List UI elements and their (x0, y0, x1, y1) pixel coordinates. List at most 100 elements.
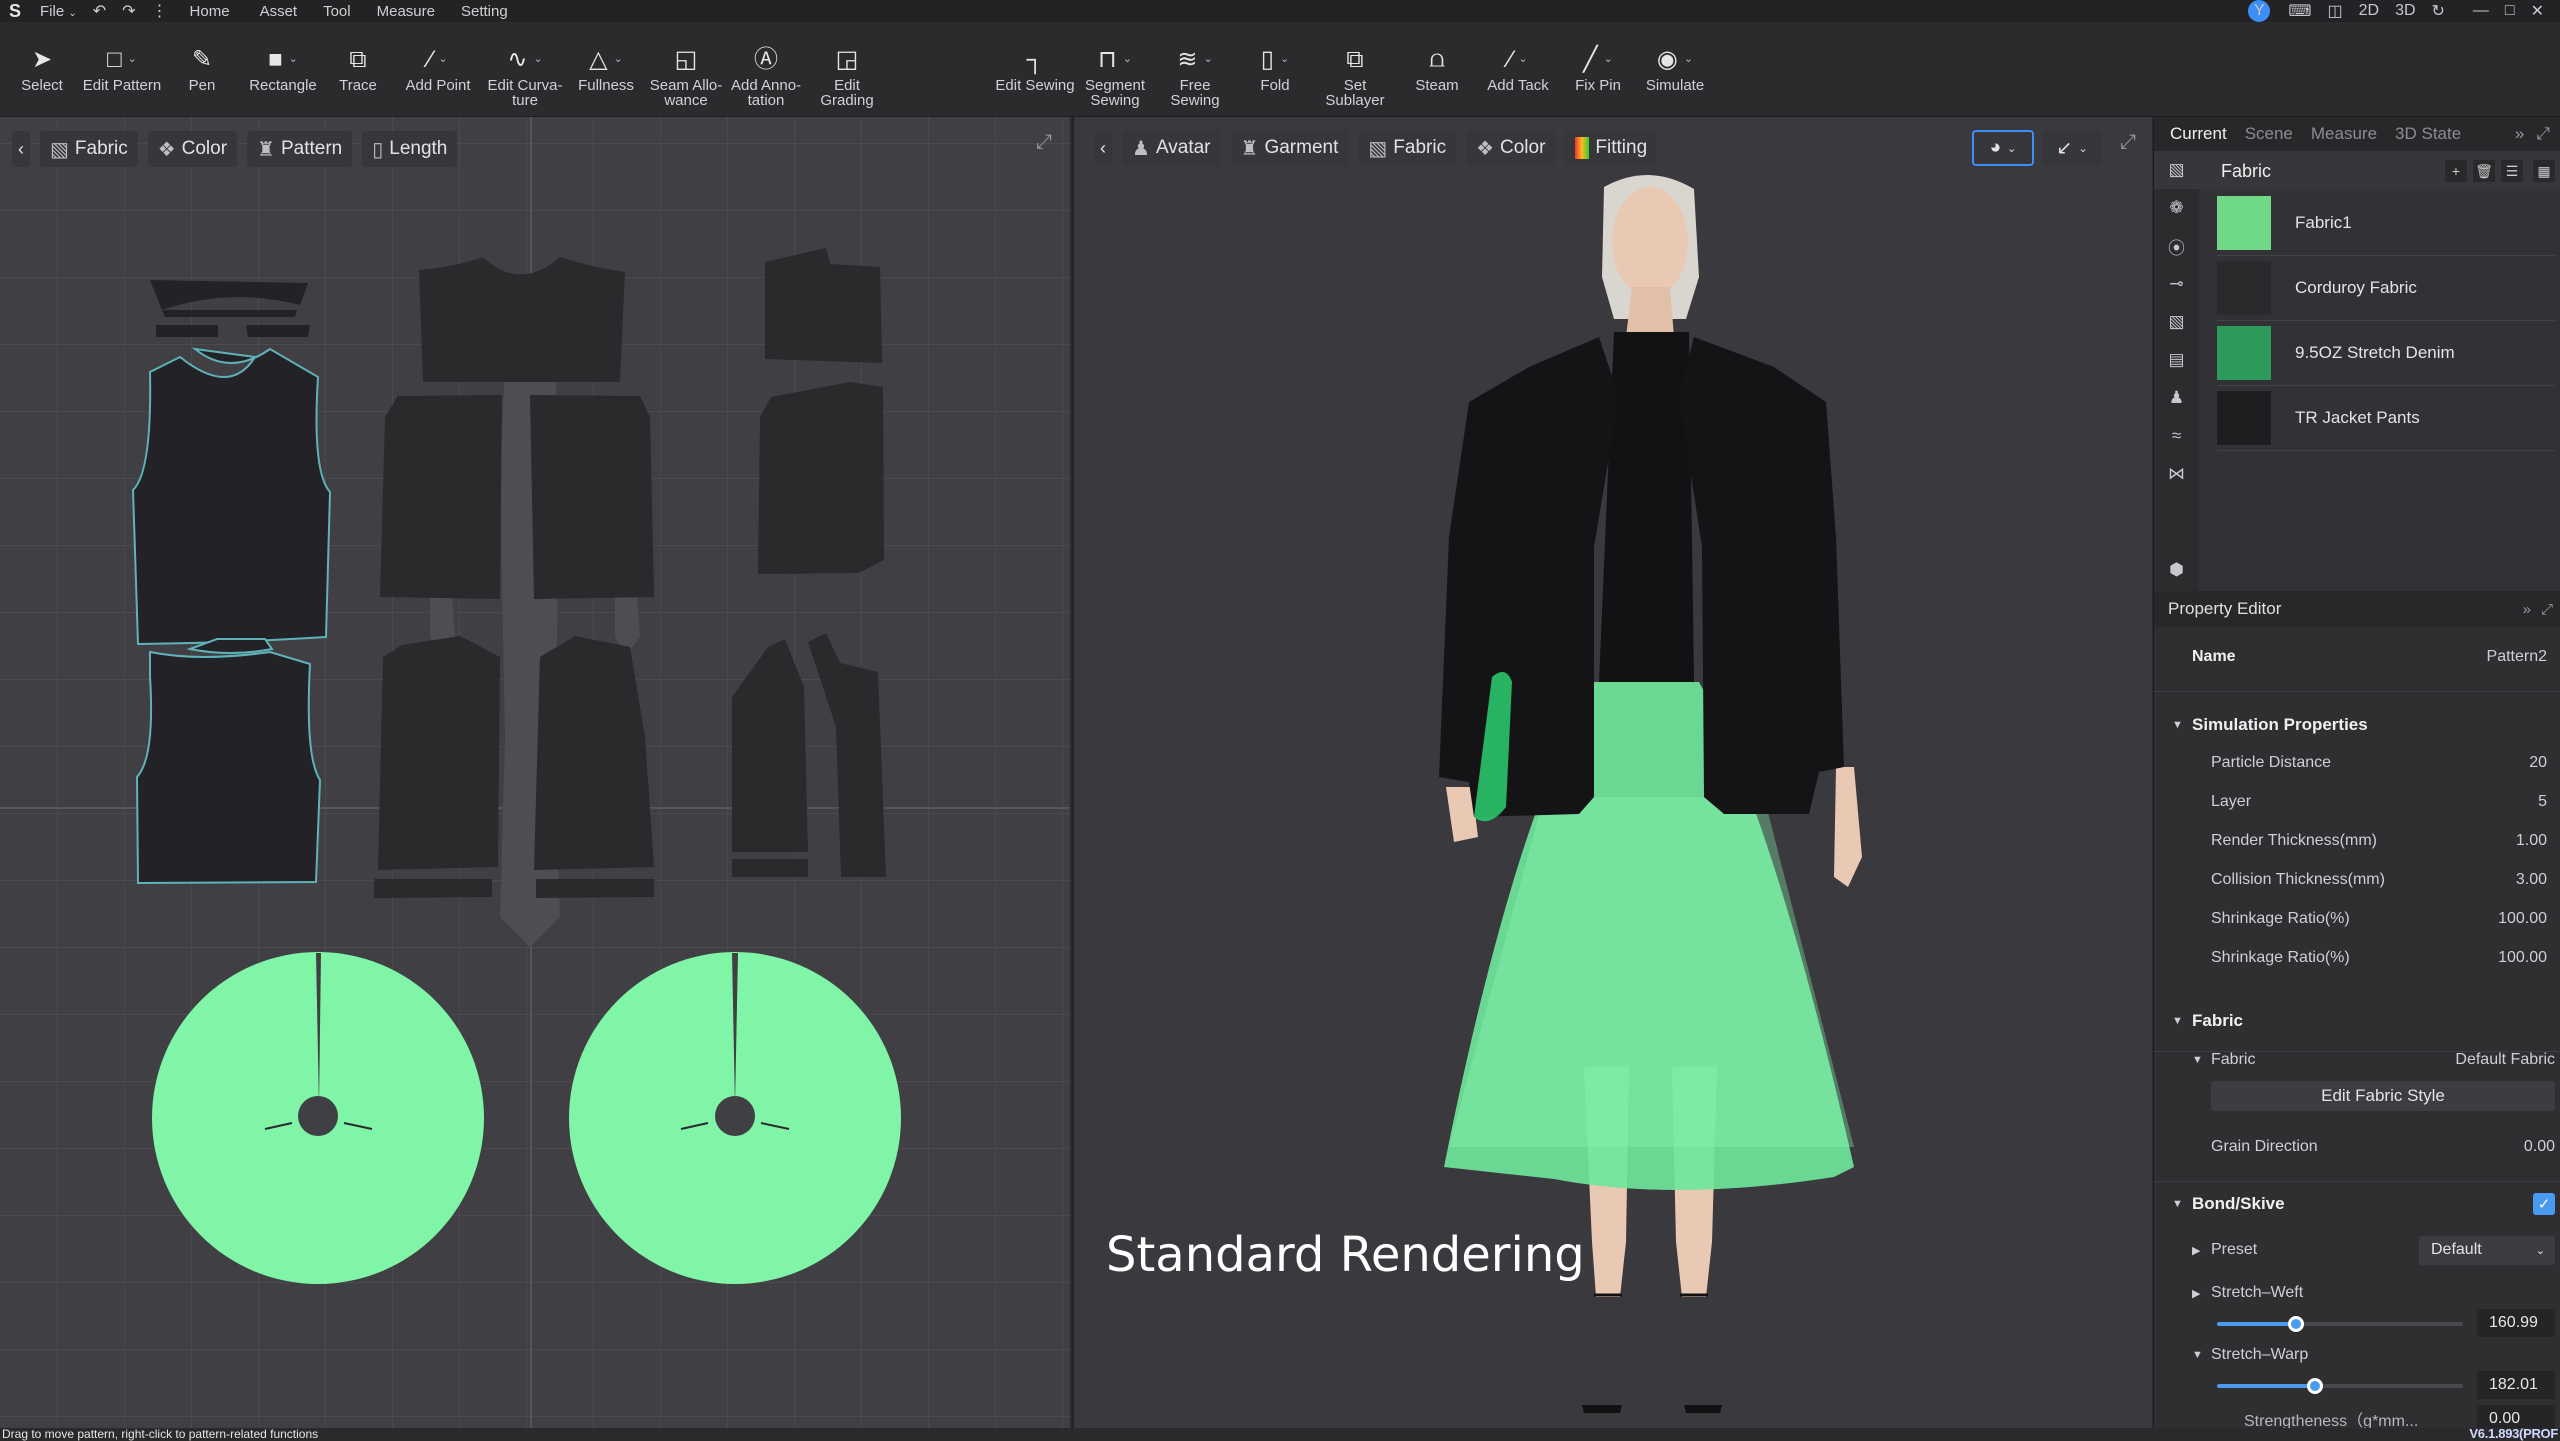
tool-fullness[interactable]: △ ⌄ Fullness (566, 44, 646, 93)
pattern-piece-skirt-right[interactable] (569, 952, 901, 1284)
undo-icon[interactable]: ↶ (93, 1, 106, 21)
trim-category-icon[interactable]: ❁ (2154, 189, 2199, 227)
3d-object-category-icon[interactable]: ⬢ (2154, 551, 2199, 589)
property-value[interactable]: 100.00 (2498, 949, 2547, 967)
fabric-list-item[interactable]: 9.5OZ Stretch Denim (2217, 321, 2555, 386)
chevron-down-icon[interactable]: ⌄ (1684, 52, 1693, 67)
pattern-piece-knit-back[interactable] (135, 650, 322, 885)
pattern-piece[interactable] (162, 310, 297, 317)
pattern-piece-jacket-front-left[interactable] (380, 395, 502, 599)
tool-trace[interactable]: ⧉ Trace (318, 44, 398, 93)
button-category-icon[interactable]: ⦿ (2154, 227, 2199, 265)
chevron-down-icon[interactable]: ⌄ (438, 52, 447, 67)
section-simulation-properties[interactable]: ▼ Simulation Properties (2154, 713, 2560, 737)
fabric-list-item[interactable]: TR Jacket Pants (2217, 386, 2555, 451)
tool-simulate[interactable]: ◉ ⌄ Simulate (1635, 44, 1715, 93)
pattern-piece-jacket-lower-left[interactable] (378, 636, 500, 870)
keyboard-icon[interactable]: ⌨ (2288, 1, 2311, 21)
maximize-icon[interactable]: □ (2505, 2, 2515, 20)
tool-seam-allowance[interactable]: ◱ Seam Allo- wance (646, 44, 726, 108)
split-view-icon[interactable]: ◫ (2327, 1, 2342, 21)
tool-edit-sewing[interactable]: ┐ Edit Sewing (995, 44, 1075, 93)
close-icon[interactable]: ✕ (2531, 1, 2544, 21)
preset-select[interactable]: Default ⌄ (2419, 1235, 2555, 1265)
topstitch-category-icon[interactable]: ▤ (2154, 341, 2199, 379)
property-value[interactable]: 100.00 (2498, 910, 2547, 928)
pattern-piece-jacket-front-right[interactable] (530, 395, 654, 599)
garment-window-3d[interactable]: ‹ ♟ Avatar ♜ Garment ▧ Fabric ❖ Color Fittin… (1072, 117, 2152, 1428)
chevron-down-icon[interactable]: ⌄ (1123, 52, 1132, 67)
chevron-down-icon[interactable]: ⌄ (614, 52, 623, 67)
tool-add-tack[interactable]: ∕ ⌄ Add Tack (1478, 44, 1558, 93)
pattern-piece-sleeve-upper[interactable] (808, 633, 886, 877)
tool-edit-grading[interactable]: ◲ Edit Grading (807, 44, 887, 108)
tab-3d-state[interactable]: 3D State (2395, 124, 2461, 144)
section-bond-skive[interactable]: ▼ Bond/Skive ✓ (2154, 1192, 2560, 1216)
chevron-down-icon[interactable]: ⌄ (1203, 52, 1212, 67)
buttonhole-category-icon[interactable]: ⊸ (2154, 265, 2199, 303)
tool-segmentsewing[interactable]: ⊓ ⌄ Segment Sewing (1075, 44, 1155, 108)
pattern-piece-jacket-hem[interactable] (536, 879, 654, 898)
tool-free-sewing[interactable]: ≋ ⌄ Free Sewing (1155, 44, 1235, 108)
section-fabric[interactable]: ▼ Fabric (2154, 1009, 2560, 1033)
property-value[interactable]: 1.00 (2516, 832, 2547, 850)
tool-select[interactable]: ➤ Select (2, 44, 82, 93)
stretch-weft-slider[interactable] (2217, 1316, 2463, 1332)
stretch-warp-input[interactable]: 182.01 (2477, 1371, 2555, 1399)
pattern-window-2d[interactable]: ‹ ▧ Fabric ❖ Color ♜ Pattern ▯ Length ⤢ (0, 117, 1070, 1428)
pattern-piece[interactable] (246, 325, 310, 337)
tool-add-point[interactable]: ∕ ⌄ Add Point (398, 44, 478, 93)
menu-home[interactable]: Home (190, 3, 230, 20)
property-value[interactable]: 5 (2538, 793, 2547, 811)
property-value[interactable]: 3.00 (2516, 871, 2547, 889)
fabric-list-item[interactable]: Fabric1 (2217, 191, 2555, 256)
expand-icon[interactable]: ⤢ (2536, 124, 2550, 144)
pattern-piece-knit-front[interactable] (131, 347, 332, 646)
puckering-category-icon[interactable]: ≈ (2154, 417, 2199, 455)
redo-icon[interactable]: ↷ (122, 1, 135, 21)
fabric-category-icon[interactable]: ▧ (2154, 151, 2199, 189)
name-value[interactable]: Pattern2 (2487, 648, 2547, 666)
slider-handle[interactable] (2287, 1316, 2304, 1332)
tool-edit-curvature[interactable]: ∿ ⌄ Edit Curva- ture (485, 44, 565, 108)
menu-setting[interactable]: Setting (461, 3, 508, 20)
edit-fabric-style-button[interactable]: Edit Fabric Style (2211, 1081, 2555, 1111)
collapse-panel-icon[interactable]: » (2515, 124, 2524, 144)
collapse-panel-icon[interactable]: » (2523, 601, 2531, 618)
user-avatar[interactable]: Y (2248, 0, 2271, 22)
tool-add-annotation[interactable]: Ⓐ Add Anno- tation (726, 44, 806, 108)
tool-rectangle[interactable]: ■ ⌄ Rectangle (243, 44, 323, 93)
fabric-value[interactable]: Default Fabric (2455, 1051, 2555, 1069)
more-vertical-icon[interactable]: ⋮ (152, 1, 168, 21)
tool-edit-pattern[interactable]: □ ⌄ Edit Pattern (82, 44, 162, 93)
list-view-icon[interactable]: ☰ (2501, 160, 2523, 182)
tool-pen[interactable]: ✎ Pen (162, 44, 242, 93)
tool-fix-pin[interactable]: ╱ ⌄ Fix Pin (1558, 44, 1638, 93)
pattern-piece-jacket-lower-right[interactable] (534, 636, 654, 870)
refresh-icon[interactable]: ↻ (2432, 1, 2445, 21)
add-fabric-icon[interactable]: + (2445, 160, 2467, 182)
avatar-category-icon[interactable]: ♟ (2154, 379, 2199, 417)
view-2d-button[interactable]: 2D (2359, 2, 2379, 20)
chevron-down-icon[interactable]: ⌄ (289, 52, 298, 67)
grid-view-icon[interactable]: ▦ (2533, 160, 2555, 182)
tab-measure[interactable]: Measure (2311, 124, 2377, 144)
pattern-piece-jacket-yoke[interactable] (419, 257, 625, 382)
tool-steam[interactable]: ⩍ Steam (1397, 44, 1477, 93)
pattern-piece[interactable] (150, 280, 308, 310)
grain-direction-value[interactable]: 0.00 (2524, 1138, 2555, 1156)
pattern-piece-sleeve-under[interactable] (732, 639, 808, 852)
minimize-icon[interactable]: — (2473, 2, 2489, 20)
file-menu[interactable]: File ⌄ (40, 3, 77, 20)
pattern-piece-jacket-hem[interactable] (374, 879, 492, 898)
tool-fold[interactable]: ▯ ⌄ Fold (1235, 44, 1315, 93)
pattern-piece[interactable] (156, 325, 218, 337)
delete-icon[interactable]: 🗑 (2473, 160, 2495, 182)
tab-current[interactable]: Current (2170, 124, 2227, 144)
menu-measure[interactable]: Measure (377, 3, 435, 20)
pattern-piece-sleeve[interactable] (758, 382, 884, 574)
chevron-down-icon[interactable]: ⌄ (128, 52, 137, 67)
tab-scene[interactable]: Scene (2245, 124, 2293, 144)
pattern-piece-skirt-left[interactable] (152, 952, 484, 1284)
pattern-piece[interactable] (732, 859, 808, 877)
